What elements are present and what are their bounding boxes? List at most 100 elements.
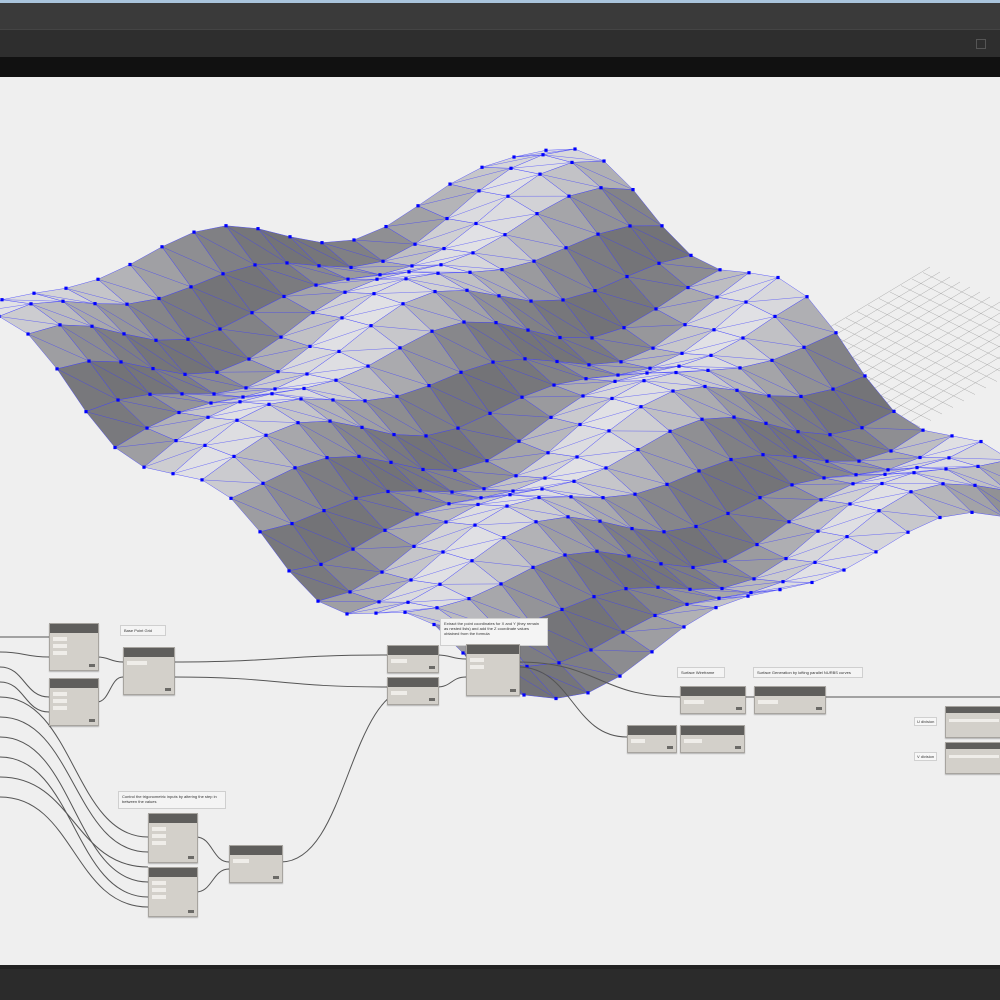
- grid-point: [285, 261, 289, 265]
- grid-point: [842, 568, 846, 572]
- grid-point: [776, 275, 780, 280]
- grid-point: [29, 302, 33, 306]
- connector-wire: [96, 656, 124, 663]
- grid-point: [860, 426, 864, 430]
- grid-point: [189, 285, 193, 289]
- grid-point: [825, 459, 829, 463]
- surface-loft-node[interactable]: [754, 686, 826, 714]
- graph-node[interactable]: [49, 678, 99, 726]
- grid-point: [299, 397, 303, 401]
- note-extract-coords[interactable]: Extract the point coordinates for X and …: [440, 618, 548, 646]
- grid-point: [200, 478, 204, 482]
- grid-point: [305, 372, 309, 376]
- grid-point: [970, 510, 974, 514]
- grid-point: [377, 600, 381, 604]
- grid-point: [668, 429, 672, 433]
- grid-point: [517, 439, 521, 443]
- grid-point: [337, 349, 341, 354]
- grid-point: [767, 394, 771, 398]
- grid-point: [480, 165, 484, 169]
- grid-point: [744, 300, 748, 304]
- graph-node[interactable]: [627, 725, 677, 753]
- point-grid-node[interactable]: [123, 647, 175, 695]
- graph-node[interactable]: [387, 645, 439, 673]
- grid-point: [752, 577, 756, 581]
- grid-point: [596, 232, 600, 236]
- grid-point: [631, 188, 635, 192]
- grid-point: [381, 259, 385, 263]
- connector-wire: [0, 796, 149, 908]
- window-control-icon[interactable]: [976, 39, 986, 49]
- grid-point: [296, 421, 300, 425]
- grid-point: [392, 432, 396, 437]
- surface-wireframe-node[interactable]: [680, 686, 746, 714]
- grid-point: [473, 523, 477, 527]
- grid-point: [947, 456, 951, 460]
- graph-node[interactable]: [229, 845, 283, 883]
- grid-point: [790, 483, 794, 487]
- grid-point: [648, 366, 652, 370]
- grid-point: [186, 337, 190, 341]
- graph-node[interactable]: [148, 813, 198, 863]
- note-base-point-grid[interactable]: Base Point Grid: [120, 625, 166, 636]
- grid-point: [717, 596, 721, 600]
- grid-point: [90, 324, 94, 328]
- grid-point: [544, 148, 548, 152]
- grid-point: [602, 159, 606, 163]
- grid-point: [413, 242, 417, 246]
- grid-point: [584, 377, 588, 381]
- grid-point: [715, 295, 719, 299]
- grid-point: [474, 221, 478, 226]
- graph-node[interactable]: [680, 725, 745, 753]
- grid-point: [352, 238, 356, 242]
- grid-point: [229, 496, 233, 500]
- grid-point: [171, 472, 175, 476]
- grid-point: [343, 290, 347, 294]
- formula-node[interactable]: [466, 644, 520, 696]
- graph-node[interactable]: [387, 677, 439, 705]
- grid-point: [578, 422, 582, 427]
- grid-point: [258, 530, 262, 534]
- grid-point: [500, 268, 504, 272]
- grid-point: [351, 547, 355, 551]
- grid-point: [633, 492, 637, 496]
- grid-point: [244, 386, 248, 390]
- grid-point: [26, 332, 30, 336]
- grid-point: [703, 384, 707, 389]
- grid-point: [802, 345, 806, 349]
- grid-point: [581, 394, 585, 398]
- graph-node[interactable]: [148, 867, 198, 917]
- v-division-slider-node[interactable]: [945, 742, 1000, 774]
- grid-line: [878, 298, 1000, 360]
- u-division-slider-node[interactable]: [945, 706, 1000, 738]
- grid-point: [459, 370, 463, 374]
- grid-point: [398, 346, 402, 350]
- grid-point: [308, 344, 312, 348]
- grid-point: [450, 490, 454, 494]
- grid-point: [453, 468, 457, 473]
- grid-point: [256, 227, 260, 231]
- grid-point: [349, 265, 353, 270]
- grid-point: [828, 433, 832, 437]
- grid-point: [587, 363, 591, 367]
- grid-point: [148, 392, 152, 396]
- grid-point: [372, 292, 376, 296]
- grid-point: [671, 389, 675, 393]
- grid-point: [665, 482, 669, 486]
- note-surface-generation[interactable]: Surface Generation by lofting parallel N…: [753, 667, 863, 678]
- grid-point: [375, 277, 379, 281]
- grid-point: [662, 530, 666, 534]
- grid-point: [973, 483, 977, 487]
- grid-point: [979, 439, 983, 444]
- grid-point: [784, 556, 788, 561]
- grid-point: [456, 426, 460, 430]
- note-surface-wireframe[interactable]: Surface Wireframe: [677, 667, 725, 678]
- grid-point: [892, 409, 896, 413]
- grid-point: [427, 383, 431, 388]
- grid-point: [157, 296, 161, 301]
- grid-point: [694, 524, 698, 529]
- graph-node[interactable]: [49, 623, 99, 671]
- note-trig-control[interactable]: Control the trigonometric inputs by alte…: [118, 791, 226, 809]
- grid-point: [87, 359, 91, 363]
- graph-canvas[interactable]: Base Point Grid Extract the point coordi…: [0, 57, 1000, 965]
